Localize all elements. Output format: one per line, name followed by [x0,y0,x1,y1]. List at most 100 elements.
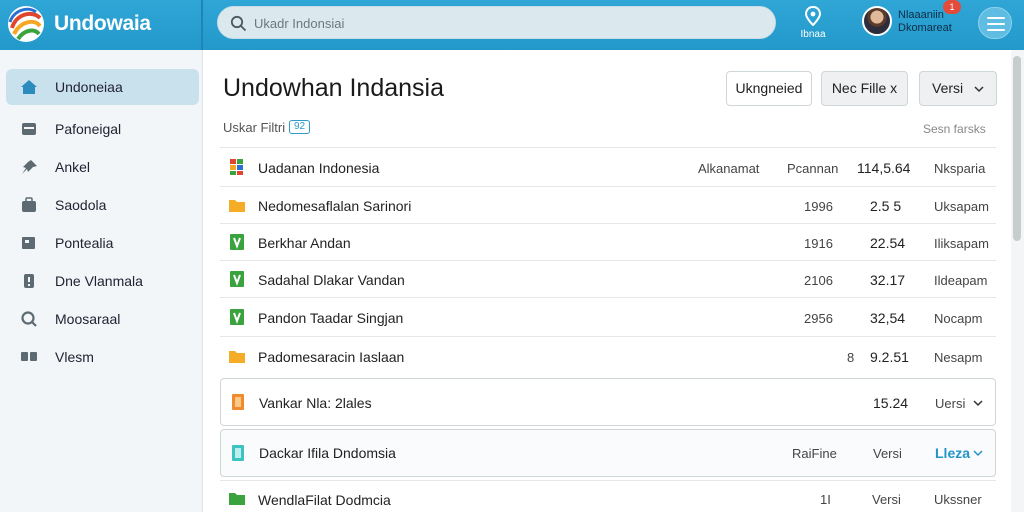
row-col2: 1916 [804,236,833,251]
row-name: Pandon Taadar Singjan [258,310,404,326]
app-logo-icon [8,6,44,42]
row-col2: RaiFine [792,446,837,461]
sidebar-item-label: Pafoneigal [55,121,122,137]
chevron-down-icon[interactable] [973,398,983,408]
sidebar-item-label: Pontealia [55,235,114,251]
chat-icon [21,352,37,361]
notification-badge[interactable]: 1 [943,0,961,14]
row-col3: 22.54 [870,235,906,251]
uploaded-button[interactable]: Ukngneied [726,71,812,106]
sidebar-item-3[interactable]: Ankel [6,149,199,185]
location-pin-icon [804,6,822,26]
bag-icon [22,197,36,212]
table-row[interactable]: Berkhar Andan 1916 22.54 Iliksapam [220,223,996,260]
sidebar: Undoneiaa Pafoneigal Ankel Saodola Ponte… [0,50,203,512]
table-row[interactable]: Nedomesaflalan Sarinori 1996 2.5 5 Uksap… [220,186,996,223]
sidebar-item-home[interactable]: Undoneiaa [6,69,199,105]
search-input[interactable] [254,12,754,34]
table-row[interactable]: Sadahal Dlakar Vandan 2106 32.17 Ildeapa… [220,260,996,297]
scrollbar-thumb[interactable] [1013,56,1021,241]
row-col4: Iliksapam [934,236,989,251]
row-col2: 1996 [804,199,833,214]
sidebar-item-label: Ankel [55,159,91,175]
sidebar-item-6[interactable]: Dne Vlanmala [6,263,199,299]
sidebar-item-label: Saodola [55,197,107,213]
table-row[interactable]: Uadanan Indonesia Alkanamat Pcannan 114,… [220,147,996,186]
sidebar-item-5[interactable]: Pontealia [6,225,199,261]
location-button[interactable]: Ibnaa [793,6,833,46]
row-col2: Pcannan [787,161,839,176]
user-name-line2: Dkomareat [898,22,952,34]
multicolor-file-icon [230,159,243,175]
home-icon [21,80,37,94]
table-row[interactable]: Vankar Nla: 2lales 15.24 Uersi [220,378,996,426]
sidebar-item-label: Undoneiaa [55,79,123,95]
teal-file-icon [232,445,244,461]
row-col2: 2956 [804,311,833,326]
new-file-button[interactable]: Nec Fille x [821,71,908,106]
green-folder-icon [229,493,245,505]
table-row[interactable]: Padomesaracin Iaslaan 8 9.2.51 Nesapm [220,336,996,377]
sidebar-item-4[interactable]: Saodola [6,187,199,223]
tag-icon [22,237,35,249]
sort-label[interactable]: Sesn farsks [923,122,986,136]
location-label: Ibnaa [800,29,826,40]
page-title: Undowhan Indansia [223,74,444,102]
version-dropdown[interactable]: Versi [919,71,997,106]
orange-file-icon [232,394,244,410]
table-row[interactable]: Dackar Ifila Dndomsia RaiFine Versi Llez… [220,429,996,477]
row-col2: 8 [847,350,855,365]
row-col4: Uksapam [934,199,989,214]
row-col3: 32,54 [870,310,906,326]
row-col3: 114,5.64 [857,160,911,176]
table-row[interactable]: WendlaFilat Dodmcia 1I Versi Ukssner [220,480,996,512]
hamburger-menu-button[interactable] [978,7,1012,39]
row-col3: 2.5 5 [870,198,902,214]
version-dropdown-label: Versi [932,80,964,96]
row-col4[interactable]: Lleza [935,445,970,461]
green-file-icon [230,234,244,250]
row-col3: 15.24 [873,395,909,411]
row-name: Sadahal Dlakar Vandan [258,272,405,288]
row-name: Vankar Nla: 2lales [259,395,372,411]
row-col2: 1I [820,492,831,507]
row-col3: Versi [873,446,902,461]
menu-icon [987,17,1005,19]
pin-icon [22,160,37,174]
row-col4: Ildeapam [934,273,988,288]
folder-icon [229,200,245,212]
filter-label: Uskar Filtri [223,120,286,135]
search-bar[interactable] [217,6,776,39]
brand[interactable]: Undowaia [6,4,151,44]
row-name: Uadanan Indonesia [258,160,380,176]
green-file-icon [230,271,244,287]
table-row[interactable]: Pandon Taadar Singjan 2956 32,54 Nocapm [220,297,996,336]
row-name: Dackar Ifila Dndomsia [259,445,396,461]
green-file-icon [230,309,244,325]
box-icon [22,123,36,135]
row-name: Nedomesaflalan Sarinori [258,198,412,214]
row-col3: 9.2.51 [870,349,909,365]
row-col4: Ukssner [934,492,982,507]
chevron-down-icon [974,86,984,93]
row-col4: Nksparia [934,161,986,176]
sidebar-item-8[interactable]: Vlesm [6,339,199,375]
row-col4[interactable]: Uersi [935,396,965,411]
row-col4: Nesapm [934,350,983,365]
row-name: Padomesaracin Iaslaan [258,349,405,365]
sidebar-item-label: Vlesm [55,349,94,365]
row-col1: Alkanamat [698,161,760,176]
row-col4: Nocapm [934,311,983,326]
search-icon [21,311,37,327]
row-name: Berkhar Andan [258,235,351,251]
row-col3: Versi [872,492,901,507]
folder-icon [229,351,245,363]
chevron-down-icon[interactable] [973,448,983,458]
sidebar-item-7[interactable]: Moosaraal [6,301,199,337]
row-col2: 2106 [804,273,833,288]
filter-count-badge[interactable]: 92 [289,120,310,134]
sidebar-item-2[interactable]: Pafoneigal [6,111,199,147]
user-name[interactable]: Nlaaaniin Dkomareat [898,9,952,35]
header-divider [201,0,203,50]
avatar[interactable] [862,6,892,36]
